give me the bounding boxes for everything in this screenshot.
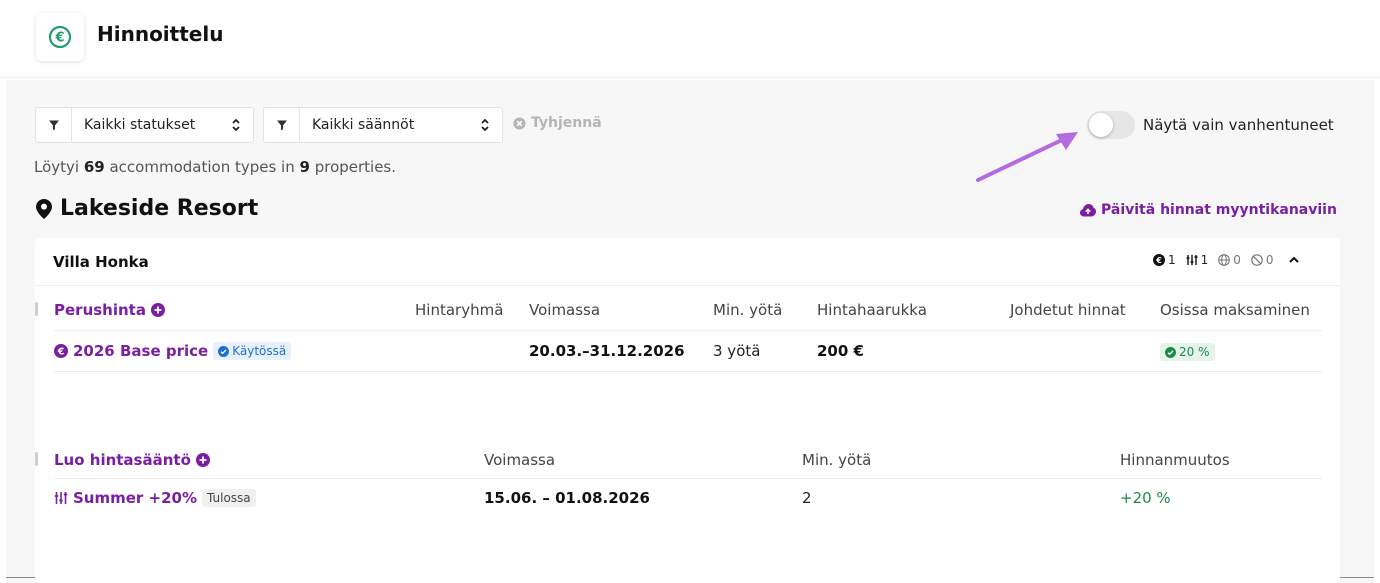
col-header-min-nights: Min. yötä — [802, 451, 872, 469]
status-badge: Käytössä — [213, 342, 292, 360]
section-marker — [35, 302, 38, 316]
results-summary: Löytyi 69 accommodation types in 9 prope… — [34, 158, 397, 176]
svg-text:€: € — [1155, 256, 1162, 265]
accommodation-count: 69 — [83, 158, 105, 176]
plus-circle-icon — [150, 303, 165, 317]
col-header-derived: Johdetut hinnat — [1010, 301, 1126, 319]
euro-circle-icon: € — [54, 344, 68, 358]
app-logo: € — [36, 13, 84, 61]
update-prices-link[interactable]: Päivitä hinnat myyntikanaviin — [1080, 202, 1337, 218]
card-stats: € 1 1 0 0 — [1153, 253, 1300, 267]
divider — [54, 478, 1322, 479]
installment-badge: 20 % — [1160, 343, 1215, 361]
map-pin-icon — [36, 198, 52, 219]
price-rule-title: Luo hintasääntö — [54, 451, 191, 469]
create-price-rule-button[interactable]: Luo hintasääntö — [54, 451, 210, 469]
divider — [54, 371, 1322, 372]
svg-text:€: € — [54, 31, 64, 46]
property-name: Lakeside Resort — [60, 196, 259, 221]
svg-text:€: € — [57, 347, 65, 358]
base-price-name: 2026 Base price — [73, 342, 209, 360]
select-caret-icon — [476, 118, 494, 132]
col-header-valid: Voimassa — [529, 301, 601, 319]
sliders-icon — [54, 492, 68, 504]
expired-only-label: Näytä vain vanhentuneet — [1143, 116, 1334, 134]
base-price-range: 200 € — [817, 342, 864, 360]
plus-circle-icon — [195, 453, 210, 467]
status-badge: Tulossa — [202, 489, 256, 507]
col-header-price-change: Hinnanmuutos — [1120, 451, 1230, 469]
price-rule-name: Summer +20% — [73, 489, 198, 507]
property-count: 9 — [299, 158, 310, 176]
sliders-icon — [1186, 255, 1198, 265]
select-caret-icon — [227, 118, 245, 132]
cloud-upload-icon — [1080, 203, 1096, 216]
base-price-valid: 20.03.–31.12.2026 — [529, 342, 685, 360]
base-price-row-link[interactable]: € 2026 Base price Käytössä — [54, 342, 292, 360]
accommodation-name: Villa Honka — [53, 253, 149, 271]
col-header-valid: Voimassa — [484, 451, 556, 469]
page-title: Hinnoittelu — [97, 22, 224, 46]
clear-filters-label: Tyhjennä — [531, 115, 602, 131]
col-header-group: Hintaryhmä — [415, 301, 504, 319]
toggle-knob — [1089, 113, 1113, 137]
accommodation-card: Villa Honka € 1 1 0 0 — [35, 238, 1340, 583]
price-rule-row-link[interactable]: Summer +20% Tulossa — [54, 489, 256, 507]
expired-only-toggle[interactable] — [1087, 111, 1135, 139]
col-header-price-range: Hintahaarukka — [817, 301, 927, 319]
update-prices-label: Päivitä hinnat myyntikanaviin — [1101, 202, 1337, 218]
status-filter-value: Kaikki statukset — [84, 117, 196, 133]
top-bar: € Hinnoittelu — [0, 0, 1380, 78]
base-price-min-nights: 3 yötä — [713, 342, 761, 360]
check-circle-icon — [1165, 346, 1176, 358]
check-circle-icon — [218, 345, 230, 357]
rules-filter-select[interactable]: Kaikki säännöt — [263, 107, 503, 143]
col-header-min-nights: Min. yötä — [713, 301, 783, 319]
price-rule-change: +20 % — [1120, 489, 1171, 507]
section-marker — [35, 452, 38, 466]
rules-filter-value: Kaikki säännöt — [312, 117, 415, 133]
annotation-arrow-icon — [976, 132, 1078, 182]
filter-icon — [36, 108, 72, 142]
price-rule-min-nights: 2 — [802, 489, 812, 507]
euro-circle-icon: € — [1153, 254, 1165, 266]
ban-icon — [1251, 254, 1263, 266]
filter-icon — [264, 108, 300, 142]
property-heading: Lakeside Resort — [36, 196, 258, 221]
price-rules-stat: 1 — [1186, 253, 1208, 267]
divider — [54, 330, 1322, 331]
price-rule-valid: 15.06. – 01.08.2026 — [484, 489, 650, 507]
blocked-stat: 0 — [1251, 253, 1274, 267]
euro-circle-icon: € — [48, 25, 72, 49]
status-filter-select[interactable]: Kaikki statukset — [35, 107, 254, 143]
chevron-up-icon[interactable] — [1288, 255, 1300, 265]
col-header-installment: Osissa maksaminen — [1160, 301, 1310, 319]
base-price-title: Perushinta — [54, 301, 146, 319]
base-price-add-button[interactable]: Perushinta — [54, 301, 165, 319]
card-header[interactable]: Villa Honka € 1 1 0 0 — [35, 238, 1340, 286]
base-price-stat: € 1 — [1153, 253, 1176, 267]
close-circle-icon — [513, 116, 526, 130]
globe-icon — [1218, 254, 1231, 266]
channels-stat: 0 — [1218, 253, 1241, 267]
clear-filters-button[interactable]: Tyhjennä — [513, 115, 602, 131]
